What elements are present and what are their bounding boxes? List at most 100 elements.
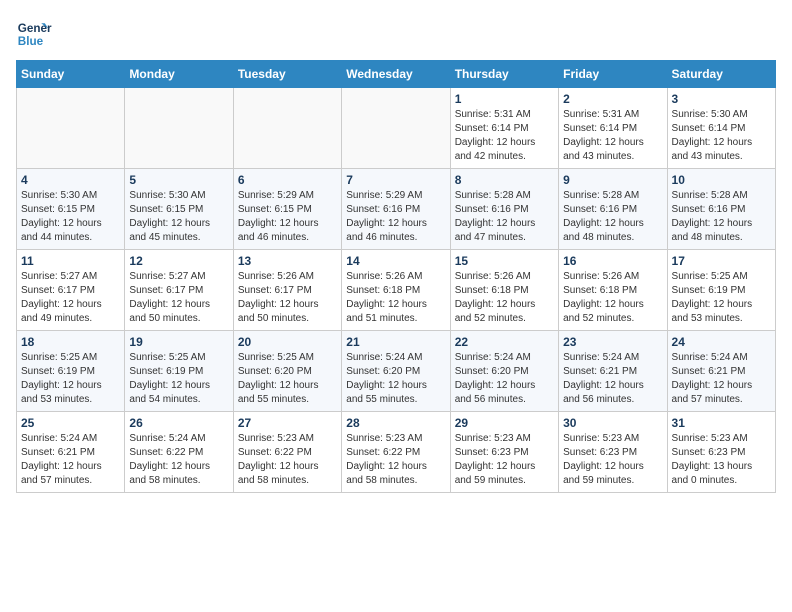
- day-number: 21: [346, 335, 445, 349]
- day-info: Sunrise: 5:25 AM Sunset: 6:19 PM Dayligh…: [672, 270, 771, 326]
- day-number: 17: [672, 254, 771, 268]
- day-cell: 9 Sunrise: 5:28 AM Sunset: 6:16 PM Daylig…: [559, 169, 667, 250]
- day-info: Sunrise: 5:23 AM Sunset: 6:23 PM Dayligh…: [672, 432, 771, 488]
- day-number: 22: [455, 335, 554, 349]
- day-cell: 28 Sunrise: 5:23 AM Sunset: 6:22 PM Dayli…: [342, 412, 450, 493]
- day-info: Sunrise: 5:26 AM Sunset: 6:18 PM Dayligh…: [346, 270, 445, 326]
- day-info: Sunrise: 5:26 AM Sunset: 6:18 PM Dayligh…: [455, 270, 554, 326]
- day-cell: 24 Sunrise: 5:24 AM Sunset: 6:21 PM Dayli…: [667, 331, 775, 412]
- day-info: Sunrise: 5:24 AM Sunset: 6:20 PM Dayligh…: [346, 351, 445, 407]
- day-info: Sunrise: 5:28 AM Sunset: 6:16 PM Dayligh…: [672, 189, 771, 245]
- day-info: Sunrise: 5:24 AM Sunset: 6:21 PM Dayligh…: [672, 351, 771, 407]
- header-tuesday: Tuesday: [233, 61, 341, 88]
- logo-icon: General Blue: [16, 16, 52, 52]
- header-saturday: Saturday: [667, 61, 775, 88]
- day-number: 25: [21, 416, 120, 430]
- day-cell: [125, 88, 233, 169]
- day-info: Sunrise: 5:23 AM Sunset: 6:22 PM Dayligh…: [238, 432, 337, 488]
- day-info: Sunrise: 5:27 AM Sunset: 6:17 PM Dayligh…: [21, 270, 120, 326]
- day-info: Sunrise: 5:26 AM Sunset: 6:18 PM Dayligh…: [563, 270, 662, 326]
- day-cell: 7 Sunrise: 5:29 AM Sunset: 6:16 PM Daylig…: [342, 169, 450, 250]
- week-row-1: 1 Sunrise: 5:31 AM Sunset: 6:14 PM Daylig…: [17, 88, 776, 169]
- day-number: 27: [238, 416, 337, 430]
- day-info: Sunrise: 5:24 AM Sunset: 6:21 PM Dayligh…: [21, 432, 120, 488]
- day-number: 1: [455, 92, 554, 106]
- day-cell: [342, 88, 450, 169]
- week-row-3: 11 Sunrise: 5:27 AM Sunset: 6:17 PM Dayli…: [17, 250, 776, 331]
- day-cell: 3 Sunrise: 5:30 AM Sunset: 6:14 PM Daylig…: [667, 88, 775, 169]
- day-number: 2: [563, 92, 662, 106]
- day-info: Sunrise: 5:23 AM Sunset: 6:22 PM Dayligh…: [346, 432, 445, 488]
- day-number: 15: [455, 254, 554, 268]
- day-cell: 13 Sunrise: 5:26 AM Sunset: 6:17 PM Dayli…: [233, 250, 341, 331]
- day-cell: 21 Sunrise: 5:24 AM Sunset: 6:20 PM Dayli…: [342, 331, 450, 412]
- day-cell: 10Sunrise: 5:28 AM Sunset: 6:16 PM Dayli…: [667, 169, 775, 250]
- header-wednesday: Wednesday: [342, 61, 450, 88]
- day-cell: 20 Sunrise: 5:25 AM Sunset: 6:20 PM Dayli…: [233, 331, 341, 412]
- day-info: Sunrise: 5:25 AM Sunset: 6:19 PM Dayligh…: [21, 351, 120, 407]
- day-number: 31: [672, 416, 771, 430]
- header-thursday: Thursday: [450, 61, 558, 88]
- svg-text:General: General: [18, 22, 52, 35]
- day-cell: 8 Sunrise: 5:28 AM Sunset: 6:16 PM Daylig…: [450, 169, 558, 250]
- day-info: Sunrise: 5:27 AM Sunset: 6:17 PM Dayligh…: [129, 270, 228, 326]
- day-number: 30: [563, 416, 662, 430]
- day-number: 7: [346, 173, 445, 187]
- day-cell: 31 Sunrise: 5:23 AM Sunset: 6:23 PM Dayli…: [667, 412, 775, 493]
- calendar-header: SundayMondayTuesdayWednesdayThursdayFrid…: [17, 61, 776, 88]
- logo: General Blue: [16, 16, 52, 52]
- day-info: Sunrise: 5:24 AM Sunset: 6:21 PM Dayligh…: [563, 351, 662, 407]
- calendar-table: SundayMondayTuesdayWednesdayThursdayFrid…: [16, 60, 776, 493]
- day-info: Sunrise: 5:28 AM Sunset: 6:16 PM Dayligh…: [563, 189, 662, 245]
- week-row-4: 18 Sunrise: 5:25 AM Sunset: 6:19 PM Dayli…: [17, 331, 776, 412]
- day-number: 28: [346, 416, 445, 430]
- day-number: 13: [238, 254, 337, 268]
- day-number: 9: [563, 173, 662, 187]
- day-number: 4: [21, 173, 120, 187]
- day-cell: 17 Sunrise: 5:25 AM Sunset: 6:19 PM Dayli…: [667, 250, 775, 331]
- day-number: 3: [672, 92, 771, 106]
- day-number: 29: [455, 416, 554, 430]
- day-cell: 29 Sunrise: 5:23 AM Sunset: 6:23 PM Dayli…: [450, 412, 558, 493]
- day-number: 26: [129, 416, 228, 430]
- header-row: SundayMondayTuesdayWednesdayThursdayFrid…: [17, 61, 776, 88]
- day-number: 20: [238, 335, 337, 349]
- day-cell: 22 Sunrise: 5:24 AM Sunset: 6:20 PM Dayli…: [450, 331, 558, 412]
- day-info: Sunrise: 5:30 AM Sunset: 6:15 PM Dayligh…: [129, 189, 228, 245]
- day-cell: 15 Sunrise: 5:26 AM Sunset: 6:18 PM Dayli…: [450, 250, 558, 331]
- day-cell: 11 Sunrise: 5:27 AM Sunset: 6:17 PM Dayli…: [17, 250, 125, 331]
- header-friday: Friday: [559, 61, 667, 88]
- day-number: 12: [129, 254, 228, 268]
- day-info: Sunrise: 5:30 AM Sunset: 6:15 PM Dayligh…: [21, 189, 120, 245]
- day-info: Sunrise: 5:26 AM Sunset: 6:17 PM Dayligh…: [238, 270, 337, 326]
- day-number: 19: [129, 335, 228, 349]
- day-number: 18: [21, 335, 120, 349]
- day-info: Sunrise: 5:24 AM Sunset: 6:22 PM Dayligh…: [129, 432, 228, 488]
- day-cell: 18 Sunrise: 5:25 AM Sunset: 6:19 PM Dayli…: [17, 331, 125, 412]
- day-cell: 27 Sunrise: 5:23 AM Sunset: 6:22 PM Dayli…: [233, 412, 341, 493]
- week-row-5: 25 Sunrise: 5:24 AM Sunset: 6:21 PM Dayli…: [17, 412, 776, 493]
- day-number: 23: [563, 335, 662, 349]
- day-number: 24: [672, 335, 771, 349]
- day-cell: 14 Sunrise: 5:26 AM Sunset: 6:18 PM Dayli…: [342, 250, 450, 331]
- day-cell: [233, 88, 341, 169]
- day-info: Sunrise: 5:30 AM Sunset: 6:14 PM Dayligh…: [672, 108, 771, 164]
- day-number: 11: [21, 254, 120, 268]
- day-cell: 5Sunrise: 5:30 AM Sunset: 6:15 PM Daylig…: [125, 169, 233, 250]
- day-number: 6: [238, 173, 337, 187]
- week-row-2: 4 Sunrise: 5:30 AM Sunset: 6:15 PM Daylig…: [17, 169, 776, 250]
- day-info: Sunrise: 5:23 AM Sunset: 6:23 PM Dayligh…: [455, 432, 554, 488]
- day-info: Sunrise: 5:28 AM Sunset: 6:16 PM Dayligh…: [455, 189, 554, 245]
- day-cell: 12 Sunrise: 5:27 AM Sunset: 6:17 PM Dayli…: [125, 250, 233, 331]
- day-info: Sunrise: 5:25 AM Sunset: 6:20 PM Dayligh…: [238, 351, 337, 407]
- day-number: 8: [455, 173, 554, 187]
- day-info: Sunrise: 5:29 AM Sunset: 6:15 PM Dayligh…: [238, 189, 337, 245]
- page-header: General Blue: [16, 16, 776, 52]
- day-cell: 2 Sunrise: 5:31 AM Sunset: 6:14 PM Daylig…: [559, 88, 667, 169]
- day-info: Sunrise: 5:24 AM Sunset: 6:20 PM Dayligh…: [455, 351, 554, 407]
- day-number: 14: [346, 254, 445, 268]
- day-info: Sunrise: 5:31 AM Sunset: 6:14 PM Dayligh…: [563, 108, 662, 164]
- day-cell: [17, 88, 125, 169]
- day-info: Sunrise: 5:29 AM Sunset: 6:16 PM Dayligh…: [346, 189, 445, 245]
- day-cell: 6 Sunrise: 5:29 AM Sunset: 6:15 PM Daylig…: [233, 169, 341, 250]
